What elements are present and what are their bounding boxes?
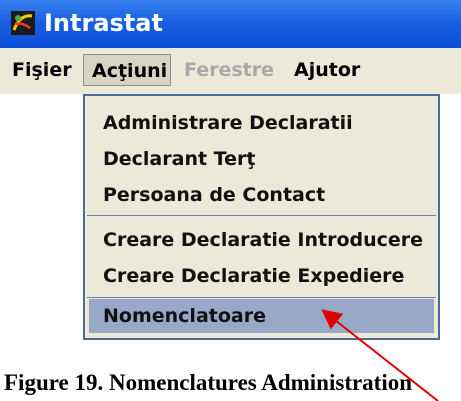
figure-caption: Figure 19. Nomenclatures Administration <box>4 370 413 395</box>
annotation-arrow <box>321 309 439 401</box>
